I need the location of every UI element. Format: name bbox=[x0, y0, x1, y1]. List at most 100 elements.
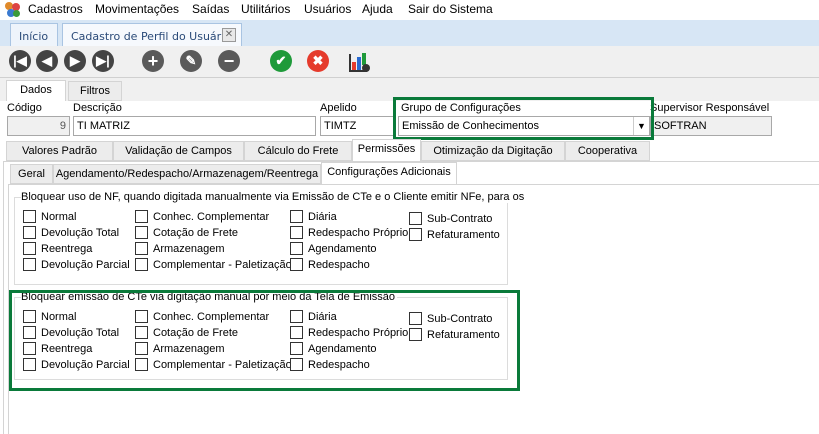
tab-label: Cálculo do Frete bbox=[257, 145, 339, 157]
menu-bar: Cadastros Movimentações Saídas Utilitári… bbox=[0, 0, 819, 20]
first-icon[interactable]: |◀ bbox=[9, 50, 31, 72]
checkbox[interactable]: Redespacho bbox=[290, 258, 370, 271]
checkbox-label: Armazenagem bbox=[153, 242, 225, 255]
checkbox-box[interactable] bbox=[290, 226, 303, 239]
apelido-label: Apelido bbox=[320, 102, 357, 114]
app-logo-icon bbox=[5, 2, 21, 18]
checkbox-box[interactable] bbox=[135, 210, 148, 223]
apelido-field[interactable]: TIMTZ bbox=[320, 116, 394, 136]
checkbox[interactable]: Armazenagem bbox=[135, 242, 225, 255]
tab-calculo-frete[interactable]: Cálculo do Frete bbox=[244, 141, 352, 161]
tab-label: Valores Padrão bbox=[21, 145, 97, 157]
checkbox[interactable]: Diária bbox=[290, 210, 337, 223]
checkbox-box[interactable] bbox=[23, 258, 36, 271]
tab-configuracoes-adicionais[interactable]: Configurações Adicionais bbox=[321, 162, 457, 184]
descricao-field[interactable]: TI MATRIZ bbox=[73, 116, 316, 136]
last-icon[interactable]: ▶| bbox=[92, 50, 114, 72]
menu-utilitarios[interactable]: Utilitários bbox=[241, 2, 290, 16]
tab-validacao-campos[interactable]: Validação de Campos bbox=[113, 141, 244, 161]
supervisor-field[interactable]: SOFTRAN bbox=[650, 116, 772, 136]
checkbox[interactable]: Sub-Contrato bbox=[409, 212, 492, 225]
menu-saidas[interactable]: Saídas bbox=[192, 2, 229, 16]
checkbox-label: Sub-Contrato bbox=[427, 212, 493, 225]
highlight-bloquear-emissao bbox=[9, 290, 520, 391]
checkbox-group-1: Bloquear uso de NF, quando digitada manu… bbox=[14, 191, 527, 285]
checkbox[interactable]: Conhec. Complementar bbox=[135, 210, 269, 223]
checkbox-label: Complementar - Paletização bbox=[153, 258, 292, 271]
tab-otimizacao[interactable]: Otimização da Digitação bbox=[421, 141, 565, 161]
menu-cadastros[interactable]: Cadastros bbox=[28, 2, 83, 16]
tab-cadastro-perfil[interactable]: Cadastro de Perfil do Usuário ✕ bbox=[62, 23, 242, 46]
checkbox-label: Normal bbox=[41, 210, 77, 223]
next-icon[interactable]: ▶ bbox=[64, 50, 86, 72]
tab-label: Início bbox=[19, 30, 49, 43]
tab-label: Validação de Campos bbox=[125, 145, 232, 157]
menu-movimentacoes[interactable]: Movimentações bbox=[95, 2, 179, 16]
tab-label: Permissões bbox=[357, 143, 416, 155]
checkbox[interactable]: Refaturamento bbox=[409, 228, 500, 241]
cancel-icon[interactable]: ✖ bbox=[307, 50, 329, 72]
tab-label: Agendamento/Redespacho/Armazenagem/Reent… bbox=[55, 168, 319, 180]
tab-dados[interactable]: Dados bbox=[6, 80, 66, 102]
descricao-label: Descrição bbox=[73, 102, 122, 114]
tab-permissoes[interactable]: Permissões bbox=[352, 139, 421, 161]
tab-agendamento[interactable]: Agendamento/Redespacho/Armazenagem/Reent… bbox=[53, 164, 321, 184]
checkbox[interactable]: Devolução Total bbox=[23, 226, 119, 239]
tab-label: Configurações Adicionais bbox=[327, 166, 451, 178]
codigo-label: Código bbox=[7, 102, 42, 114]
checkbox[interactable]: Complementar - Paletização bbox=[135, 258, 292, 271]
checkbox-label: Redespacho bbox=[308, 258, 370, 271]
document-tabs: Início Cadastro de Perfil do Usuário ✕ bbox=[0, 20, 819, 46]
edit-icon[interactable]: ✎ bbox=[180, 50, 202, 72]
checkbox-box[interactable] bbox=[409, 212, 422, 225]
checkbox-label: Conhec. Complementar bbox=[153, 210, 270, 223]
checkbox-box[interactable] bbox=[23, 210, 36, 223]
checkbox-label: Devolução Total bbox=[41, 226, 120, 239]
group-title: Bloquear uso de NF, quando digitada manu… bbox=[21, 191, 527, 203]
supervisor-label: Supervisor Responsável bbox=[650, 102, 770, 114]
previous-icon[interactable]: ◀ bbox=[36, 50, 58, 72]
tab-filtros[interactable]: Filtros bbox=[68, 81, 122, 101]
highlight-grupo bbox=[393, 97, 654, 140]
tab-label: Cooperativa bbox=[577, 145, 638, 157]
report-settings-icon[interactable] bbox=[347, 50, 371, 74]
checkbox-box[interactable] bbox=[135, 258, 148, 271]
tab-label: Filtros bbox=[80, 85, 110, 97]
checkbox[interactable]: Cotação de Frete bbox=[135, 226, 238, 239]
tab-label: Geral bbox=[18, 168, 45, 180]
tab-geral[interactable]: Geral bbox=[10, 164, 53, 184]
tab-label: Cadastro de Perfil do Usuário bbox=[71, 30, 231, 43]
checkbox-box[interactable] bbox=[409, 228, 422, 241]
menu-ajuda[interactable]: Ajuda bbox=[362, 2, 393, 16]
checkbox-label: Refaturamento bbox=[427, 228, 500, 241]
checkbox-box[interactable] bbox=[23, 242, 36, 255]
checkbox[interactable]: Normal bbox=[23, 210, 76, 223]
checkbox-label: Diária bbox=[308, 210, 337, 223]
tab-inicio[interactable]: Início bbox=[10, 23, 58, 46]
checkbox-box[interactable] bbox=[290, 210, 303, 223]
codigo-field[interactable]: 9 bbox=[7, 116, 70, 136]
checkbox-label: Cotação de Frete bbox=[153, 226, 238, 239]
confirm-icon[interactable]: ✔ bbox=[270, 50, 292, 72]
add-icon[interactable]: + bbox=[142, 50, 164, 72]
menu-sair[interactable]: Sair do Sistema bbox=[408, 2, 493, 16]
checkbox-label: Agendamento bbox=[308, 242, 377, 255]
remove-icon[interactable]: − bbox=[218, 50, 240, 72]
checkbox-box[interactable] bbox=[290, 258, 303, 271]
tab-valores-padrao[interactable]: Valores Padrão bbox=[6, 141, 113, 161]
checkbox-box[interactable] bbox=[135, 226, 148, 239]
menu-usuarios[interactable]: Usuários bbox=[304, 2, 351, 16]
checkbox-box[interactable] bbox=[135, 242, 148, 255]
checkbox[interactable]: Devolução Parcial bbox=[23, 258, 130, 271]
checkbox-label: Devolução Parcial bbox=[41, 258, 130, 271]
checkbox[interactable]: Reentrega bbox=[23, 242, 92, 255]
tab-cooperativa[interactable]: Cooperativa bbox=[565, 141, 650, 161]
checkbox-label: Reentrega bbox=[41, 242, 93, 255]
checkbox[interactable]: Agendamento bbox=[290, 242, 377, 255]
checkbox-box[interactable] bbox=[23, 226, 36, 239]
checkbox-box[interactable] bbox=[290, 242, 303, 255]
form-area: Dados Filtros Código Descrição Apelido G… bbox=[0, 78, 819, 434]
tab-label: Otimização da Digitação bbox=[433, 145, 553, 157]
checkbox[interactable]: Redespacho Próprio bbox=[290, 226, 408, 239]
close-tab-icon[interactable]: ✕ bbox=[222, 28, 236, 42]
